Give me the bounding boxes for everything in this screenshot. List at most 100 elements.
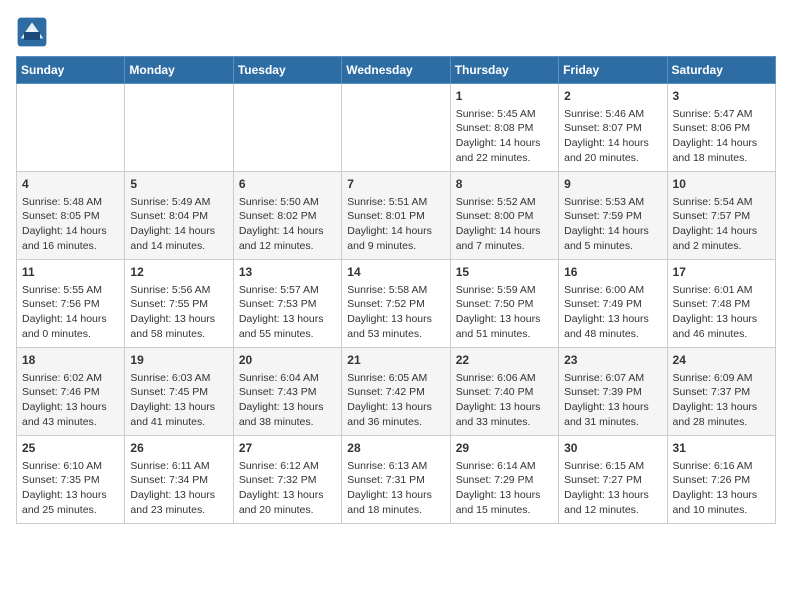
day-info: Sunset: 8:00 PM (456, 209, 553, 224)
calendar-week: 4Sunrise: 5:48 AMSunset: 8:05 PMDaylight… (17, 172, 776, 260)
logo-icon (16, 16, 48, 48)
header-day: Sunday (17, 57, 125, 84)
day-info: Daylight: 13 hours (239, 488, 336, 503)
header (16, 16, 776, 48)
calendar-cell: 23Sunrise: 6:07 AMSunset: 7:39 PMDayligh… (559, 348, 667, 436)
calendar-cell: 29Sunrise: 6:14 AMSunset: 7:29 PMDayligh… (450, 436, 558, 524)
calendar-cell: 7Sunrise: 5:51 AMSunset: 8:01 PMDaylight… (342, 172, 450, 260)
calendar-week: 25Sunrise: 6:10 AMSunset: 7:35 PMDayligh… (17, 436, 776, 524)
day-number: 18 (22, 352, 119, 369)
day-info: Sunset: 7:59 PM (564, 209, 661, 224)
day-info: Daylight: 13 hours (239, 312, 336, 327)
header-day: Saturday (667, 57, 775, 84)
day-info: Daylight: 14 hours (456, 136, 553, 151)
day-info: and 28 minutes. (673, 415, 770, 430)
day-info: Sunrise: 6:14 AM (456, 459, 553, 474)
day-info: Sunset: 7:45 PM (130, 385, 227, 400)
day-info: Sunset: 7:55 PM (130, 297, 227, 312)
day-number: 22 (456, 352, 553, 369)
calendar-table: SundayMondayTuesdayWednesdayThursdayFrid… (16, 56, 776, 524)
day-info: Sunset: 8:02 PM (239, 209, 336, 224)
day-info: and 0 minutes. (22, 327, 119, 342)
day-info: and 5 minutes. (564, 239, 661, 254)
day-info: Sunset: 7:52 PM (347, 297, 444, 312)
day-info: Sunrise: 5:45 AM (456, 107, 553, 122)
day-info: Sunrise: 5:47 AM (673, 107, 770, 122)
day-info: Sunrise: 6:04 AM (239, 371, 336, 386)
day-info: Sunrise: 6:01 AM (673, 283, 770, 298)
day-number: 29 (456, 440, 553, 457)
day-info: Sunrise: 6:09 AM (673, 371, 770, 386)
day-number: 2 (564, 88, 661, 105)
day-info: and 41 minutes. (130, 415, 227, 430)
day-info: Sunset: 7:29 PM (456, 473, 553, 488)
day-info: Sunset: 7:34 PM (130, 473, 227, 488)
calendar-week: 1Sunrise: 5:45 AMSunset: 8:08 PMDaylight… (17, 84, 776, 172)
day-info: Sunrise: 6:05 AM (347, 371, 444, 386)
day-info: Sunrise: 5:54 AM (673, 195, 770, 210)
day-info: and 10 minutes. (673, 503, 770, 518)
calendar-cell: 11Sunrise: 5:55 AMSunset: 7:56 PMDayligh… (17, 260, 125, 348)
day-info: Daylight: 13 hours (456, 400, 553, 415)
header-day: Thursday (450, 57, 558, 84)
day-info: Sunset: 8:01 PM (347, 209, 444, 224)
day-info: Sunrise: 6:10 AM (22, 459, 119, 474)
day-number: 1 (456, 88, 553, 105)
day-info: Daylight: 13 hours (347, 312, 444, 327)
calendar-cell: 12Sunrise: 5:56 AMSunset: 7:55 PMDayligh… (125, 260, 233, 348)
calendar-cell: 18Sunrise: 6:02 AMSunset: 7:46 PMDayligh… (17, 348, 125, 436)
calendar-cell: 30Sunrise: 6:15 AMSunset: 7:27 PMDayligh… (559, 436, 667, 524)
day-info: Sunrise: 6:13 AM (347, 459, 444, 474)
day-number: 28 (347, 440, 444, 457)
day-info: Daylight: 14 hours (239, 224, 336, 239)
day-number: 8 (456, 176, 553, 193)
calendar-cell: 25Sunrise: 6:10 AMSunset: 7:35 PMDayligh… (17, 436, 125, 524)
day-info: Sunrise: 6:15 AM (564, 459, 661, 474)
day-number: 3 (673, 88, 770, 105)
calendar-cell: 24Sunrise: 6:09 AMSunset: 7:37 PMDayligh… (667, 348, 775, 436)
day-number: 11 (22, 264, 119, 281)
day-info: and 36 minutes. (347, 415, 444, 430)
day-info: Daylight: 13 hours (347, 488, 444, 503)
day-info: Sunrise: 6:11 AM (130, 459, 227, 474)
day-info: Daylight: 14 hours (673, 224, 770, 239)
calendar-cell: 2Sunrise: 5:46 AMSunset: 8:07 PMDaylight… (559, 84, 667, 172)
day-info: Sunset: 7:57 PM (673, 209, 770, 224)
day-number: 10 (673, 176, 770, 193)
calendar-cell: 14Sunrise: 5:58 AMSunset: 7:52 PMDayligh… (342, 260, 450, 348)
day-info: Daylight: 13 hours (130, 312, 227, 327)
calendar-cell: 1Sunrise: 5:45 AMSunset: 8:08 PMDaylight… (450, 84, 558, 172)
calendar-cell: 17Sunrise: 6:01 AMSunset: 7:48 PMDayligh… (667, 260, 775, 348)
header-day: Wednesday (342, 57, 450, 84)
day-info: Sunset: 7:48 PM (673, 297, 770, 312)
day-number: 14 (347, 264, 444, 281)
day-info: and 18 minutes. (673, 151, 770, 166)
day-number: 20 (239, 352, 336, 369)
day-info: Sunset: 8:06 PM (673, 121, 770, 136)
day-info: and 9 minutes. (347, 239, 444, 254)
day-number: 13 (239, 264, 336, 281)
calendar-cell: 5Sunrise: 5:49 AMSunset: 8:04 PMDaylight… (125, 172, 233, 260)
day-info: and 58 minutes. (130, 327, 227, 342)
day-info: and 7 minutes. (456, 239, 553, 254)
day-info: Sunrise: 5:57 AM (239, 283, 336, 298)
calendar-cell: 3Sunrise: 5:47 AMSunset: 8:06 PMDaylight… (667, 84, 775, 172)
calendar-header: SundayMondayTuesdayWednesdayThursdayFrid… (17, 57, 776, 84)
day-info: and 2 minutes. (673, 239, 770, 254)
day-info: Sunrise: 6:12 AM (239, 459, 336, 474)
day-info: Sunset: 8:04 PM (130, 209, 227, 224)
day-info: Daylight: 13 hours (673, 312, 770, 327)
calendar-cell: 22Sunrise: 6:06 AMSunset: 7:40 PMDayligh… (450, 348, 558, 436)
logo (16, 16, 52, 48)
calendar-cell: 31Sunrise: 6:16 AMSunset: 7:26 PMDayligh… (667, 436, 775, 524)
day-info: and 51 minutes. (456, 327, 553, 342)
day-number: 9 (564, 176, 661, 193)
day-info: Sunrise: 5:48 AM (22, 195, 119, 210)
day-number: 4 (22, 176, 119, 193)
day-info: Daylight: 13 hours (22, 488, 119, 503)
day-info: Daylight: 13 hours (22, 400, 119, 415)
day-number: 30 (564, 440, 661, 457)
day-number: 19 (130, 352, 227, 369)
day-info: and 12 minutes. (564, 503, 661, 518)
day-info: Daylight: 14 hours (564, 224, 661, 239)
